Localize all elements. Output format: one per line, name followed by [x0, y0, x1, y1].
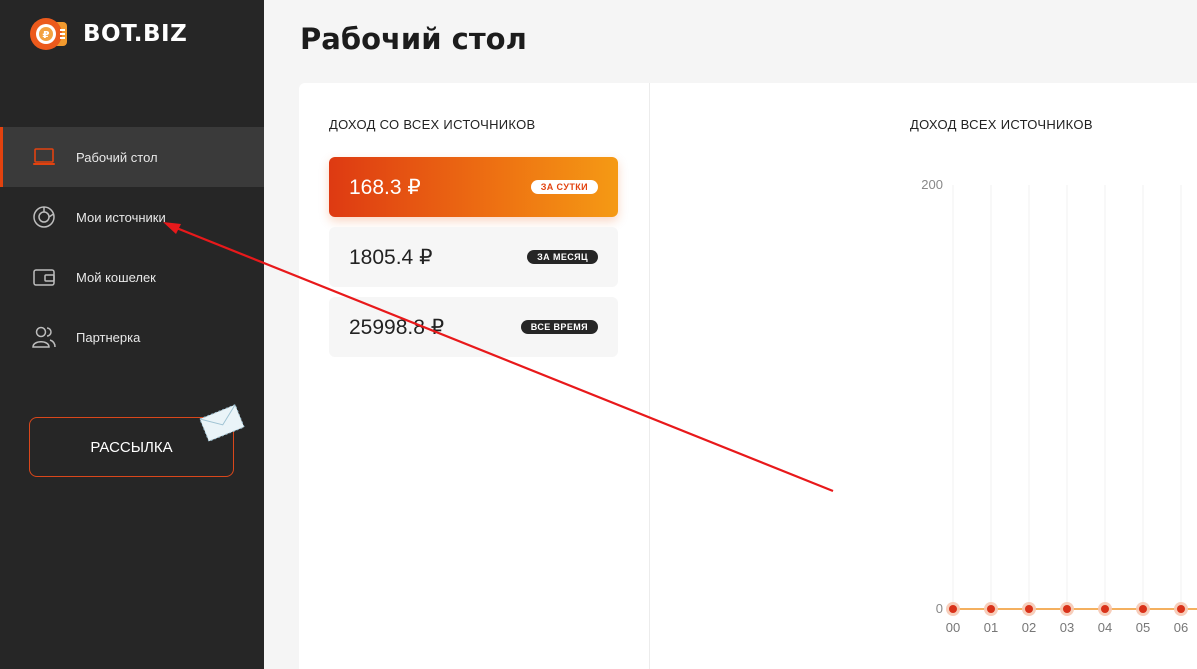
- users-icon: [31, 324, 57, 350]
- x-tick-label: 01: [984, 620, 998, 635]
- data-point: [1025, 605, 1033, 613]
- sidebar-item-label: Рабочий стол: [76, 149, 158, 165]
- card-divider: [649, 83, 650, 669]
- envelope-icon: [199, 404, 245, 442]
- stat-day[interactable]: 168.3 ₽ ЗА СУТКИ: [329, 157, 618, 217]
- stat-value: 168.3 ₽: [349, 175, 421, 199]
- stat-month[interactable]: 1805.4 ₽ ЗА МЕСЯЦ: [329, 227, 618, 287]
- chart-title: ДОХОД ВСЕХ ИСТОЧНИКОВ: [910, 117, 1093, 132]
- sidebar-item-sources[interactable]: Мои источники: [0, 187, 264, 247]
- sidebar-nav: Рабочий стол Мои источники Мой кошелек П…: [0, 127, 264, 367]
- income-chart: 200 000 01 02 03 04 05 06: [921, 177, 1197, 635]
- stat-badge: ВСЕ ВРЕМЯ: [520, 320, 598, 334]
- stat-all-time[interactable]: 25998.8 ₽ ВСЕ ВРЕМЯ: [329, 297, 618, 357]
- income-title: ДОХОД СО ВСЕХ ИСТОЧНИКОВ: [329, 117, 536, 132]
- wallet-icon: [31, 264, 57, 290]
- brand-name: BOT.BIZ: [83, 21, 188, 47]
- x-tick-label: 05: [1136, 620, 1150, 635]
- pie-chart-icon: [31, 204, 57, 230]
- sidebar-item-label: Мои источники: [76, 209, 166, 225]
- x-tick-label: 00: [946, 620, 960, 635]
- stat-badge: ЗА СУТКИ: [530, 180, 598, 194]
- data-point: [1139, 605, 1147, 613]
- sidebar-item-label: Мой кошелек: [76, 269, 156, 285]
- x-tick-label: 06: [1174, 620, 1188, 635]
- laptop-icon: [31, 144, 57, 170]
- stat-value: 25998.8 ₽: [349, 315, 445, 339]
- y-tick-label: 0: [936, 601, 943, 616]
- svg-text:₽: ₽: [43, 30, 50, 41]
- y-tick-label: 200: [921, 177, 943, 192]
- stat-badge: ЗА МЕСЯЦ: [527, 250, 598, 264]
- stat-value: 1805.4 ₽: [349, 245, 433, 269]
- logo[interactable]: ₽ BOT.BIZ: [29, 14, 187, 54]
- sidebar: ₽ BOT.BIZ Рабочий стол Мои источники Мой…: [0, 0, 264, 669]
- x-tick-label: 04: [1098, 620, 1112, 635]
- sidebar-item-wallet[interactable]: Мой кошелек: [0, 247, 264, 307]
- data-point: [1101, 605, 1109, 613]
- data-point: [949, 605, 957, 613]
- sidebar-item-partners[interactable]: Партнерка: [0, 307, 264, 367]
- data-point: [1177, 605, 1185, 613]
- x-tick-label: 02: [1022, 620, 1036, 635]
- logo-icon: ₽: [30, 18, 67, 50]
- data-point: [1063, 605, 1071, 613]
- page-title: Рабочий стол: [300, 22, 527, 56]
- x-tick-label: 03: [1060, 620, 1074, 635]
- sidebar-item-desktop[interactable]: Рабочий стол: [0, 127, 264, 187]
- data-point: [987, 605, 995, 613]
- sidebar-item-label: Партнерка: [76, 329, 141, 345]
